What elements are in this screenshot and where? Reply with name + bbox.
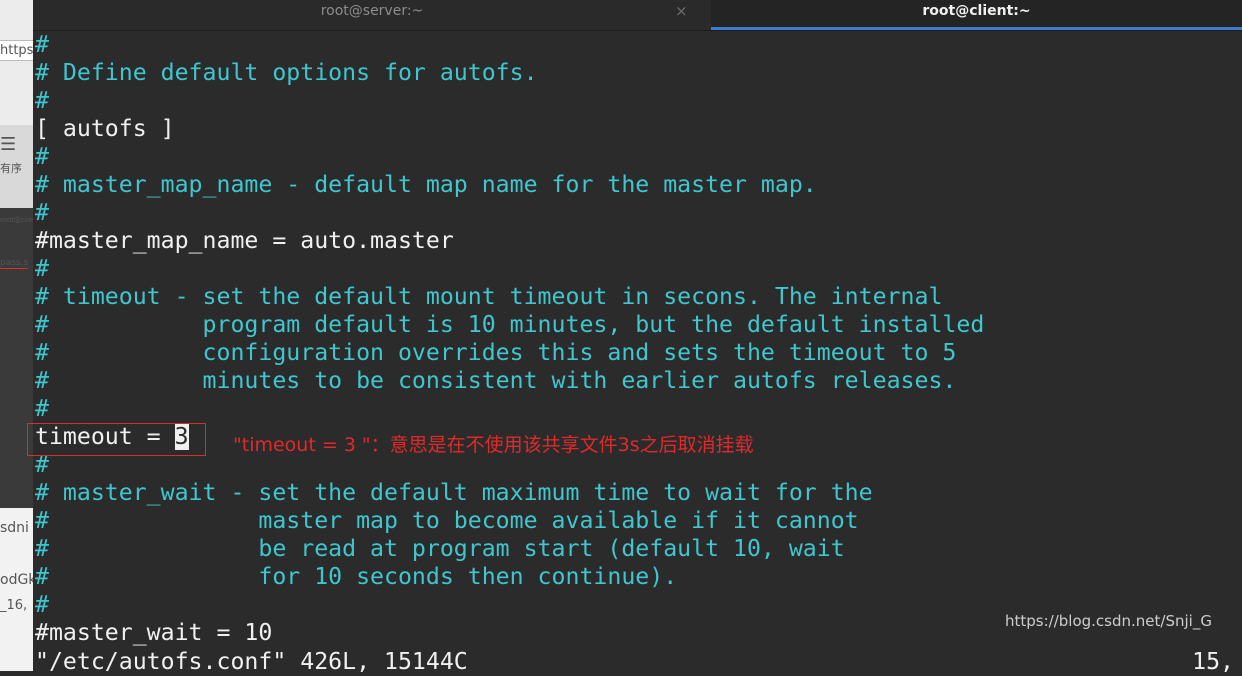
- config-line: #: [35, 143, 49, 170]
- background-thumb-text: pass,s: [0, 258, 29, 269]
- ordered-list-icon: ☰: [0, 134, 17, 155]
- background-text-fragment: sdni: [0, 520, 29, 536]
- config-line: #: [35, 87, 49, 114]
- vim-editor[interactable]: # # Define default options for autofs. #…: [27, 31, 1242, 675]
- background-text-fragment: odGk: [0, 572, 33, 588]
- watermark: https://blog.csdn.net/Snji_G: [1005, 612, 1212, 630]
- vim-status-line: "/etc/autofs.conf" 426L, 15144C: [35, 648, 468, 675]
- background-list-label: 有序: [0, 162, 22, 175]
- annotation-highlight-box: [27, 423, 206, 456]
- config-line: # minutes to be consistent with earlier …: [35, 367, 957, 394]
- background-thumb-title: root@client:: [0, 216, 33, 224]
- config-line: # master_wait - set the default maximum …: [35, 479, 873, 506]
- config-line: # master_map_name - default map name for…: [35, 171, 817, 198]
- cursor-position: 15,: [1192, 648, 1234, 675]
- config-line: # be read at program start (default 10, …: [35, 535, 845, 562]
- config-line: # for 10 seconds then continue).: [35, 563, 678, 590]
- background-panel-top: [0, 0, 33, 125]
- annotation-text: "timeout = 3 "：意思是在不使用该共享文件3s之后取消挂载: [233, 434, 754, 456]
- background-text-fragment: _16,: [0, 598, 28, 613]
- background-app-strip: https ☰ 有序 root@client: pass,s sdni odGk…: [0, 0, 33, 671]
- config-line: #: [35, 395, 49, 422]
- terminal-window: root@server:~ × root@client:~ # # Define…: [27, 0, 1242, 675]
- config-line: #: [35, 31, 49, 58]
- config-line: #master_wait = 10: [35, 619, 273, 646]
- tab-bar: root@server:~ × root@client:~: [33, 0, 1242, 31]
- tab-label: root@client:~: [922, 3, 1031, 19]
- config-line: # configuration overrides this and sets …: [35, 339, 957, 366]
- config-line: #: [35, 199, 49, 226]
- tab-root-client[interactable]: root@client:~: [711, 0, 1242, 30]
- config-line: #: [35, 255, 49, 282]
- tab-root-server[interactable]: root@server:~: [33, 0, 711, 30]
- close-tab-icon[interactable]: ×: [675, 0, 688, 22]
- config-line: # program default is 10 minutes, but the…: [35, 311, 985, 338]
- config-line: #master_map_name = auto.master: [35, 227, 454, 254]
- config-line: #: [35, 591, 49, 618]
- config-line: # timeout - set the default mount timeou…: [35, 283, 943, 310]
- config-line: # master map to become available if it c…: [35, 507, 859, 534]
- background-url-fragment: https: [0, 40, 33, 61]
- background-panel-dark: [0, 208, 33, 508]
- tab-label: root@server:~: [320, 3, 424, 19]
- active-tab-indicator: [711, 27, 1242, 30]
- config-section-header: [ autofs ]: [35, 115, 175, 142]
- config-line: # Define default options for autofs.: [35, 59, 538, 86]
